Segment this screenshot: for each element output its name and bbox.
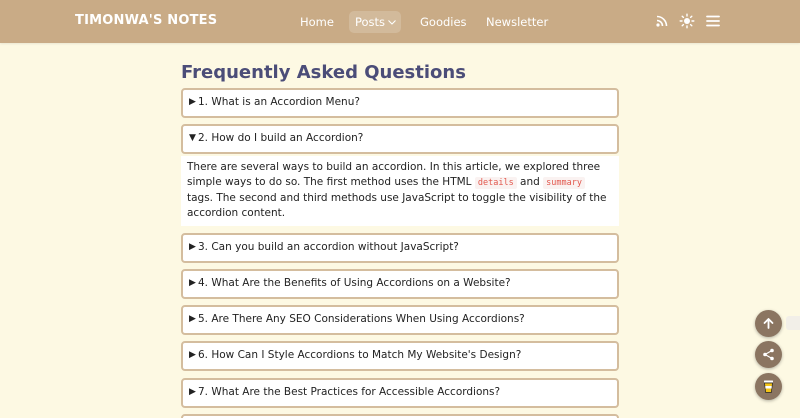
chevron-down-icon <box>388 20 396 25</box>
accordion-label: 4. What Are the Benefits of Using Accord… <box>198 277 511 289</box>
accordion-summary[interactable]: ▶ 7. What Are the Best Practices for Acce… <box>189 386 500 398</box>
collapsed-caret-icon: ▶ <box>189 350 196 360</box>
share-icon <box>763 348 774 361</box>
accordion-item-8-partial[interactable] <box>181 414 619 418</box>
collapsed-caret-icon: ▶ <box>189 314 196 324</box>
accordion-item-6[interactable]: ▶ 6. How Can I Style Accordions to Match … <box>181 341 619 371</box>
inline-code-details: details <box>474 177 517 189</box>
accordion-item-3[interactable]: ▶ 3. Can you build an accordion without J… <box>181 233 619 263</box>
accordion-item-5[interactable]: ▶ 5. Are There Any SEO Considerations Whe… <box>181 305 619 335</box>
accordion-item-7[interactable]: ▶ 7. What Are the Best Practices for Acce… <box>181 378 619 408</box>
buy-me-a-coffee-button[interactable] <box>755 373 782 400</box>
side-widget-tab[interactable] <box>786 316 800 330</box>
accordion-summary[interactable]: ▼ 2. How do I build an Accordion? <box>189 132 363 144</box>
accordion-content: There are several ways to build an accor… <box>181 156 619 226</box>
nav-posts-label: Posts <box>355 15 386 29</box>
collapsed-caret-icon: ▶ <box>189 387 196 397</box>
collapsed-caret-icon: ▶ <box>189 97 196 107</box>
collapsed-caret-icon: ▶ <box>189 242 196 252</box>
rss-icon[interactable] <box>654 13 670 29</box>
collapsed-caret-icon: ▶ <box>189 278 196 288</box>
page-title: Frequently Asked Questions <box>181 62 466 83</box>
expanded-caret-icon: ▼ <box>189 133 196 143</box>
nav-newsletter[interactable]: Newsletter <box>486 11 548 33</box>
accordion-label: 3. Can you build an accordion without Ja… <box>198 241 459 253</box>
accordion-item-4[interactable]: ▶ 4. What Are the Benefits of Using Accor… <box>181 269 619 299</box>
scroll-to-top-button[interactable] <box>755 310 782 337</box>
accordion-label: 5. Are There Any SEO Considerations When… <box>198 313 525 325</box>
accordion-label: 1. What is an Accordion Menu? <box>198 96 360 108</box>
coffee-cup-icon <box>764 380 773 393</box>
accordion-label: 2. How do I build an Accordion? <box>198 132 364 144</box>
menu-icon[interactable] <box>705 13 721 29</box>
accordion-summary[interactable]: ▶ 5. Are There Any SEO Considerations Whe… <box>189 313 525 325</box>
nav-home[interactable]: Home <box>300 11 334 33</box>
nav-posts[interactable]: Posts <box>349 11 401 33</box>
accordion-label: 6. How Can I Style Accordions to Match M… <box>198 349 522 361</box>
top-navbar: TIMONWA'S NOTES Home Posts Goodies Newsl… <box>0 0 800 43</box>
accordion-summary[interactable]: ▶ 4. What Are the Benefits of Using Accor… <box>189 277 511 289</box>
accordion-summary[interactable]: ▶ 3. Can you build an accordion without J… <box>189 241 459 253</box>
accordion-label: 7. What Are the Best Practices for Acces… <box>198 386 501 398</box>
inline-code-summary: summary <box>543 177 585 189</box>
accordion-item-2[interactable]: ▼ 2. How do I build an Accordion? <box>181 124 619 154</box>
accordion-summary[interactable]: ▶ 1. What is an Accordion Menu? <box>189 96 360 108</box>
site-brand[interactable]: TIMONWA'S NOTES <box>75 13 217 28</box>
accordion-summary[interactable]: ▶ 6. How Can I Style Accordions to Match … <box>189 349 521 361</box>
share-button[interactable] <box>755 341 782 368</box>
answer-text: and <box>520 176 540 188</box>
arrow-up-icon <box>763 318 774 329</box>
accordion-item-1[interactable]: ▶ 1. What is an Accordion Menu? <box>181 88 619 118</box>
answer-text: tags. The second and third methods use J… <box>187 192 607 219</box>
sun-icon[interactable] <box>679 13 695 29</box>
nav-goodies[interactable]: Goodies <box>420 11 467 33</box>
